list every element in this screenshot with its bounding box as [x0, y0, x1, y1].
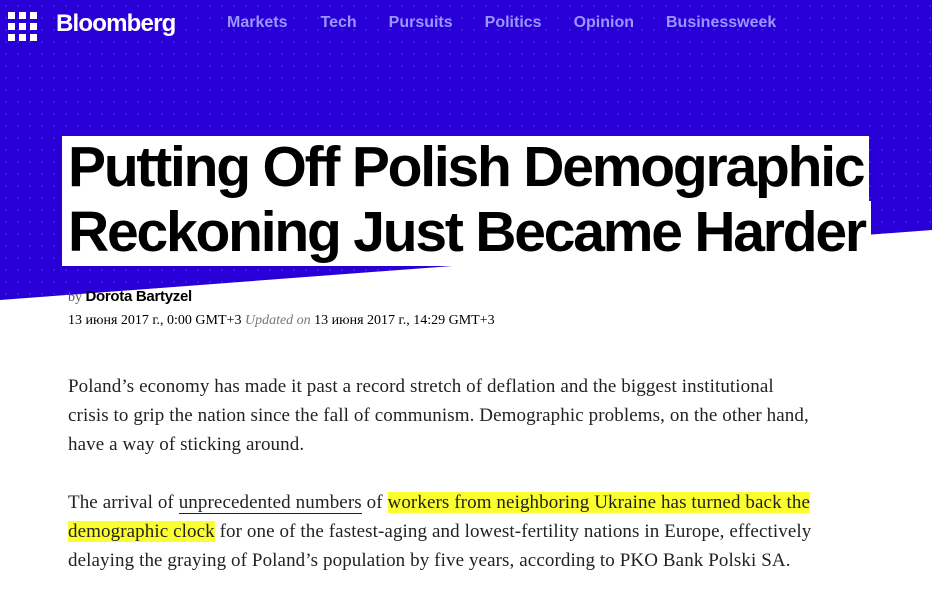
- byline-prefix: by: [68, 290, 82, 305]
- headline-line-2: Reckoning Just Became Harder: [62, 201, 871, 266]
- nav-link-markets[interactable]: Markets: [227, 14, 287, 32]
- headline-line-1: Putting Off Polish Demographic: [62, 136, 870, 201]
- article-dates: 13 июня 2017 г., 0:00 GMT+3 Updated on 1…: [68, 313, 495, 329]
- nav-link-politics[interactable]: Politics: [485, 14, 542, 32]
- nav-link-tech[interactable]: Tech: [320, 14, 356, 32]
- byline: by Dorota Bartyzel: [68, 288, 192, 306]
- nav-link-pursuits[interactable]: Pursuits: [389, 14, 453, 32]
- bloomberg-logo[interactable]: Bloomberg: [56, 10, 176, 38]
- article-paragraph-2: The arrival of unprecedented numbers of …: [68, 488, 818, 575]
- author-link[interactable]: Dorota Bartyzel: [86, 288, 193, 305]
- grid-menu-icon[interactable]: [8, 12, 37, 41]
- published-date: 13 июня 2017 г., 0:00 GMT+3: [68, 313, 242, 328]
- unprecedented-numbers-link[interactable]: unprecedented numbers: [178, 492, 362, 514]
- updated-date: 13 июня 2017 г., 14:29 GMT+3: [314, 313, 495, 328]
- paragraph-text: of: [361, 492, 388, 513]
- nav-links: Markets Tech Pursuits Politics Opinion B…: [227, 14, 808, 32]
- article-paragraph-1: Poland’s economy has made it past a reco…: [68, 376, 809, 455]
- nav-link-opinion[interactable]: Opinion: [574, 14, 634, 32]
- article-headline: Putting Off Polish Demographic Reckoning…: [62, 136, 922, 266]
- nav-link-businessweek[interactable]: Businessweek: [666, 14, 776, 32]
- top-navigation: Bloomberg Markets Tech Pursuits Politics…: [0, 0, 932, 50]
- article-body: Poland’s economy has made it past a reco…: [68, 372, 818, 604]
- paragraph-text: The arrival of: [68, 492, 179, 513]
- updated-label: Updated on: [244, 313, 311, 328]
